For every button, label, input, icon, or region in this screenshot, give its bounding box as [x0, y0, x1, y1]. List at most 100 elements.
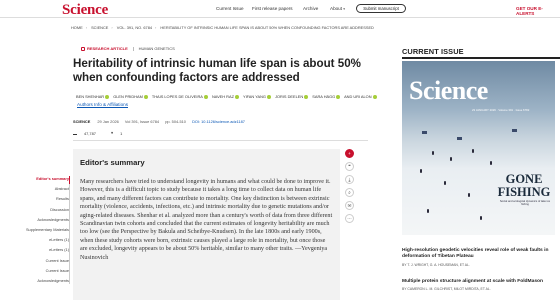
- ice-fisher: [468, 193, 470, 197]
- ice-tent: [457, 137, 462, 140]
- article-type: RESEARCH ARTICLE: [87, 46, 128, 51]
- author[interactable]: NAVEH RAZ: [212, 94, 239, 99]
- toc-track: [69, 176, 70, 284]
- issue-article-authors: BY T. J. WRIGHT, G. A. HOUSEMAN, ET AL.: [402, 263, 470, 267]
- orcid-icon[interactable]: [203, 94, 208, 99]
- more-icon[interactable]: ⋯: [345, 214, 354, 223]
- author-name: SARA HÄGG: [312, 94, 336, 99]
- article-tags: RESEARCH ARTICLE HUMAN GENETICS: [81, 46, 175, 51]
- get-e-alerts-link[interactable]: GET OUR E-ALERTS: [516, 6, 560, 16]
- downloads-count: 47,787: [84, 131, 96, 136]
- ice-fisher: [490, 161, 492, 165]
- toc-active-indicator: [69, 176, 71, 184]
- author-name: GLEN PRIDHAM: [113, 94, 143, 99]
- ice-fisher: [420, 169, 422, 173]
- author-name: AND URI ALON: [344, 94, 372, 99]
- author-name: THAIS LOPES DE OLIVEIRA: [151, 94, 203, 99]
- doi-link[interactable]: DOI: 10.1126/science.adz1187: [192, 119, 245, 124]
- issue-article-authors: BY CAMERON L. M. GILCHRIST, MILOT MIRDIT…: [402, 287, 491, 291]
- nav-archive[interactable]: Archive: [303, 6, 318, 11]
- summary-heading: Editor's summary: [80, 158, 145, 167]
- issue-cover-image[interactable]: Science 23 JANUARY 2026 · Volume 391 · I…: [402, 61, 555, 235]
- orcid-icon[interactable]: [336, 94, 341, 99]
- publication-date: 29 Jan 2026: [97, 119, 119, 124]
- nav-first-release[interactable]: First release papers: [252, 6, 293, 11]
- article-meta: SCIENCE 29 Jan 2026 Vol 391, Issue 6784 …: [73, 119, 250, 124]
- breadcrumb-science[interactable]: SCIENCE: [91, 25, 108, 30]
- author[interactable]: THAIS LOPES DE OLIVEIRA: [152, 94, 208, 99]
- page-range: pp. 504-510: [165, 119, 186, 124]
- breadcrumb-separator: ›: [111, 25, 113, 30]
- article-subject[interactable]: HUMAN GENETICS: [139, 46, 175, 51]
- ice-fisher: [450, 157, 452, 161]
- authors-info-link[interactable]: Authors Info & Affiliations: [77, 102, 128, 107]
- chevron-down-icon: ▾: [343, 7, 346, 11]
- author[interactable]: SARA HÄGG: [312, 94, 341, 99]
- mail-icon[interactable]: ✉: [345, 201, 354, 210]
- author-list: BEN SHENHAR GLEN PRIDHAM THAIS LOPES DE …: [76, 94, 377, 99]
- breadcrumb: HOME › SCIENCE › VOL. 391, NO. 6784 › HERIT…: [71, 25, 377, 30]
- nav-about[interactable]: About ▾: [330, 6, 345, 11]
- downloads-metric[interactable]: 47,787: [73, 131, 103, 136]
- ice-fisher: [432, 151, 434, 155]
- volume-issue[interactable]: Vol 391, Issue 6784: [125, 119, 159, 124]
- breadcrumb-home[interactable]: HOME: [71, 25, 83, 30]
- cover-subtitle: Social and ecological dynamics of lake i…: [499, 200, 551, 207]
- quote-icon: ❝: [111, 131, 114, 136]
- plus-icon[interactable]: +: [345, 149, 354, 158]
- tag-divider: [132, 46, 134, 51]
- citations-metric[interactable]: ❝ 1: [111, 131, 129, 136]
- orcid-icon[interactable]: [234, 94, 239, 99]
- author[interactable]: JORIS DEELEN: [275, 94, 309, 99]
- cover-brand: Science: [409, 76, 488, 105]
- author-name: YIFAN YANG: [242, 94, 266, 99]
- orcid-icon[interactable]: [304, 94, 309, 99]
- nav-about-label: About: [330, 6, 343, 11]
- orcid-icon[interactable]: [143, 94, 148, 99]
- orcid-icon[interactable]: [266, 94, 271, 99]
- editors-summary: Editor's summary Many researchers have t…: [73, 149, 340, 300]
- orcid-icon[interactable]: [372, 94, 377, 99]
- author[interactable]: AND URI ALON: [344, 94, 377, 99]
- issue-article-title[interactable]: High-resolution geodetic velocities reve…: [402, 248, 557, 260]
- journal-name: SCIENCE: [73, 119, 91, 124]
- author-name: NAVEH RAZ: [211, 94, 234, 99]
- toc-item-eletters[interactable]: eLetters (1): [25, 248, 69, 258]
- cover-meta: 23 JANUARY 2026 · Volume 391 · Issue 678…: [472, 108, 530, 112]
- download-icon[interactable]: ⤓: [345, 175, 354, 184]
- summary-text: Many researchers have tried to understan…: [80, 179, 333, 261]
- ice-fisher: [444, 181, 446, 185]
- lock-icon: [81, 46, 85, 51]
- current-issue-heading: CURRENT ISSUE: [402, 47, 464, 56]
- nav-current-issue[interactable]: Current Issue: [216, 6, 244, 11]
- author[interactable]: YIFAN YANG: [243, 94, 271, 99]
- science-logo[interactable]: Science: [62, 2, 108, 19]
- article-title: Heritability of intrinsic human life spa…: [73, 57, 361, 84]
- author[interactable]: GLEN PRIDHAM: [113, 94, 148, 99]
- ice-fisher: [427, 209, 429, 213]
- author-name: BEN SHENHAR: [76, 94, 105, 99]
- ice-tent: [422, 131, 427, 134]
- article-metrics: 47,787 ❝ 1: [73, 131, 136, 136]
- ice-fisher: [472, 149, 474, 153]
- search-icon[interactable]: ⌕: [345, 188, 354, 197]
- quote-icon[interactable]: ❝: [345, 162, 354, 171]
- top-navigation: Science Current Issue First release pape…: [0, 0, 560, 18]
- author[interactable]: BEN SHENHAR: [76, 94, 110, 99]
- ice-fisher: [480, 216, 482, 220]
- breadcrumb-separator: ›: [155, 25, 157, 30]
- citations-count: 1: [120, 131, 123, 136]
- orcid-icon[interactable]: [105, 94, 110, 99]
- issue-article-title[interactable]: Multiple protein structure alignment at …: [402, 279, 557, 285]
- author-name: JORIS DEELEN: [275, 94, 304, 99]
- breadcrumb-issue[interactable]: VOL. 391, NO. 6784: [117, 25, 152, 30]
- breadcrumb-separator: ›: [85, 25, 87, 30]
- toc-item-acknowledgments[interactable]: Acknowledgments: [25, 278, 69, 289]
- table-of-contents: Editor's summary Abstract Results Discus…: [25, 176, 69, 289]
- header-divider: [73, 140, 368, 141]
- download-icon: [73, 131, 77, 135]
- breadcrumb-article: HERITABILITY OF INTRINSIC HUMAN LIFE SPA…: [160, 25, 374, 30]
- submit-manuscript-button[interactable]: Submit manuscript: [356, 4, 406, 13]
- cover-headline: GONE FISHING: [497, 172, 551, 199]
- heading-rule: [402, 57, 560, 59]
